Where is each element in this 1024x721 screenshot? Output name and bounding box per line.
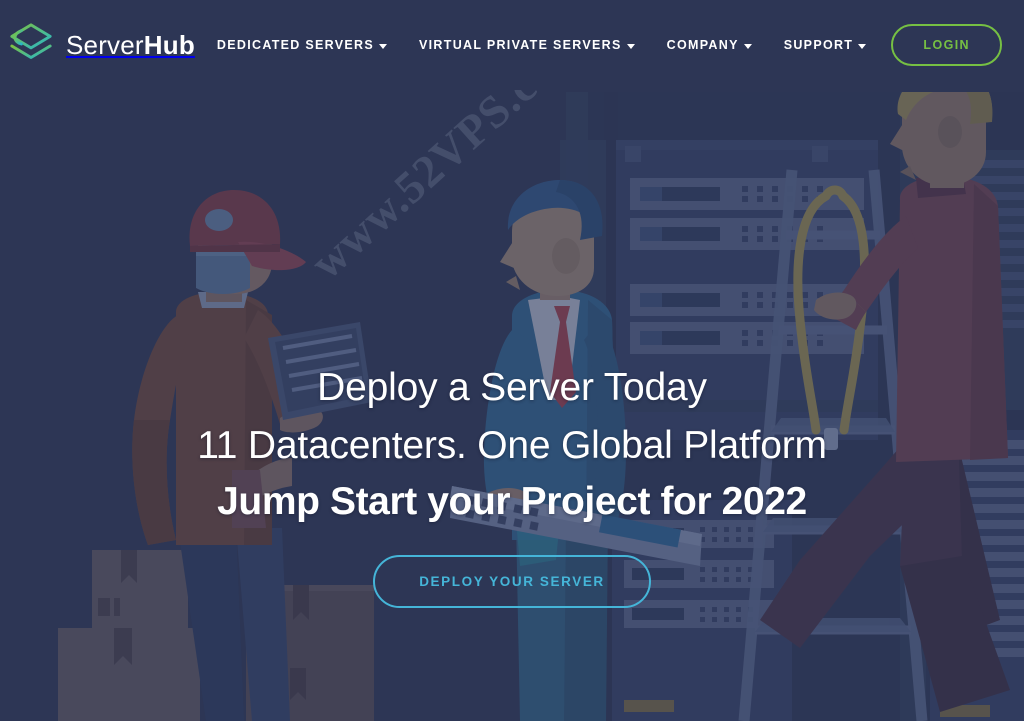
chevron-down-icon [379, 43, 388, 49]
deploy-your-server-button[interactable]: DEPLOY YOUR SERVER [373, 555, 651, 608]
page-root: www.52VPS.com ServerHub [0, 0, 1024, 721]
nav-label: VIRTUAL PRIVATE SERVERS [419, 38, 622, 52]
chevron-down-icon [743, 43, 752, 49]
hero-headline-line-2: 11 Datacenters. One Global Platform [197, 424, 827, 467]
login-button[interactable]: LOGIN [891, 24, 1002, 66]
brand-name: ServerHub [66, 30, 195, 61]
brand-name-second: Hub [143, 29, 195, 60]
nav-label: COMPANY [666, 38, 739, 52]
brand-name-first: Server [66, 29, 144, 60]
site-header: ServerHub DEDICATED SERVERS VIRTUAL PRIV… [0, 0, 1024, 90]
nav-item-virtual-private-servers[interactable]: VIRTUAL PRIVATE SERVERS [403, 28, 651, 62]
nav-label: DEDICATED SERVERS [216, 38, 375, 52]
chevron-down-icon [626, 43, 635, 49]
hero-illustration [0, 0, 1024, 721]
stacked-layers-icon [10, 23, 52, 59]
chevron-down-icon [858, 43, 867, 49]
brand-logo-link[interactable]: ServerHub [8, 21, 195, 69]
nav-label: SUPPORT [783, 38, 854, 52]
nav-item-dedicated-servers[interactable]: DEDICATED SERVERS [217, 28, 403, 62]
nav-item-support[interactable]: SUPPORT [768, 28, 883, 62]
hero-headline-line-1: Deploy a Server Today [317, 366, 707, 409]
main-navigation: DEDICATED SERVERS VIRTUAL PRIVATE SERVER… [217, 28, 891, 62]
hero-headline-line-3: Jump Start your Project for 2022 [217, 480, 807, 523]
nav-item-company[interactable]: COMPANY [651, 28, 768, 62]
